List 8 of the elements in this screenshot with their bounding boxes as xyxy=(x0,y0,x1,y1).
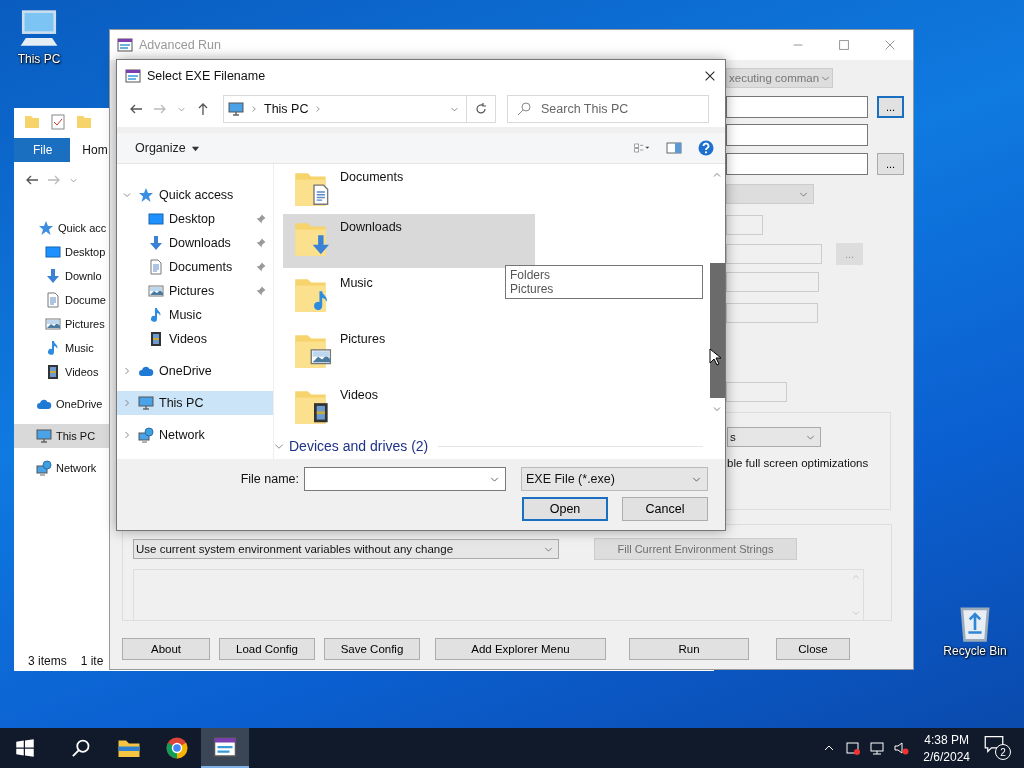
file-name-label: File name: xyxy=(240,472,299,486)
status-text: 3 items xyxy=(28,654,67,668)
status-text: 1 ite xyxy=(80,654,104,668)
tooltip: Folders Pictures xyxy=(505,265,703,299)
checkbox-label: ble full screen optimizations xyxy=(727,457,870,469)
dialog-title: Select EXE Filename xyxy=(147,68,266,83)
window-title: Advanced Run xyxy=(139,38,221,52)
notification-count: 2 xyxy=(995,744,1011,760)
